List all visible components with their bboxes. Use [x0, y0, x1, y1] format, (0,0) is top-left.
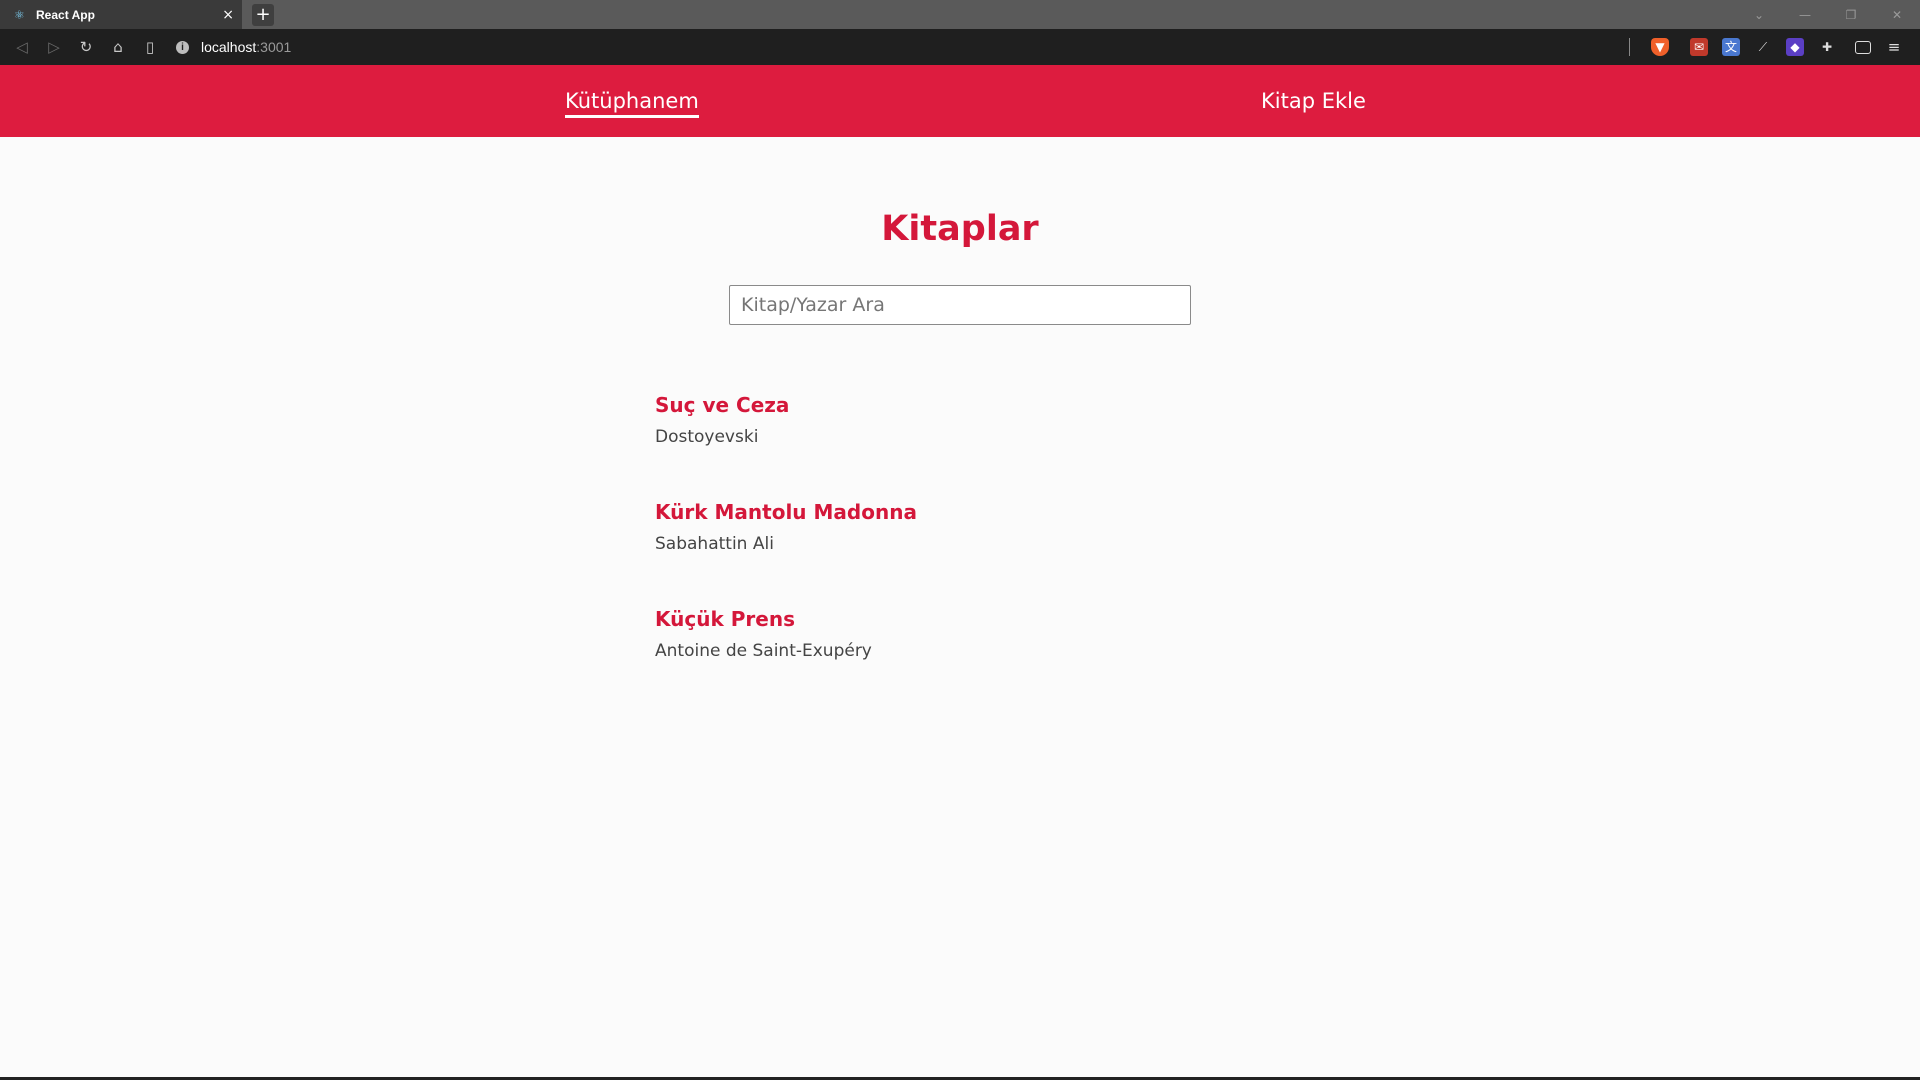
back-icon[interactable]: ◁: [6, 38, 38, 56]
url-host: localhost: [201, 39, 257, 55]
divider: [1629, 38, 1630, 56]
extension-icon[interactable]: ⟋: [1754, 38, 1772, 56]
book-author: Antoine de Saint-Exupéry: [655, 641, 872, 661]
book-title[interactable]: Kürk Mantolu Madonna: [655, 497, 1355, 531]
book-author: Sabahattin Ali: [655, 534, 774, 554]
forward-icon[interactable]: ▷: [38, 38, 70, 56]
close-icon[interactable]: ✕: [1874, 8, 1920, 22]
site-info-icon[interactable]: i: [176, 40, 189, 54]
search-input[interactable]: [729, 285, 1191, 325]
bookmark-icon[interactable]: ▯: [134, 38, 166, 56]
book-list: Suç ve Ceza Dostoyevski Kürk Mantolu Mad…: [655, 390, 1355, 711]
tab-title: React App: [36, 7, 95, 22]
browser-tab[interactable]: ⚛ React App ×: [0, 0, 242, 29]
list-item[interactable]: Küçük Prens Antoine de Saint-Exupéry: [655, 604, 1355, 711]
list-item[interactable]: Suç ve Ceza Dostoyevski: [655, 390, 1355, 497]
book-author: Dostoyevski: [655, 427, 759, 447]
url-field[interactable]: i localhost:3001: [176, 34, 291, 60]
wallet-icon[interactable]: [1855, 40, 1871, 54]
url-port: :3001: [256, 39, 292, 55]
nav-link-library-label: Kütüphanem: [565, 89, 699, 118]
browser-address-bar: ◁ ▷ ↻ ⌂ ▯ i localhost:3001 ▼ ✉ 文 ⟋ ◆ ✚ ≡: [0, 29, 1920, 65]
translate-icon[interactable]: 文: [1722, 38, 1740, 56]
page-title: Kitaplar: [881, 209, 1039, 249]
app-navbar: Kütüphanem Kitap Ekle: [0, 65, 1920, 137]
extension-icon[interactable]: ✉: [1690, 38, 1708, 56]
home-icon[interactable]: ⌂: [102, 38, 134, 56]
puzzle-icon[interactable]: ✚: [1818, 38, 1836, 56]
browser-tab-bar: ⚛ React App × + ⌄ — ❐ ✕: [0, 0, 1920, 29]
menu-icon[interactable]: ≡: [1885, 38, 1903, 56]
restore-icon[interactable]: ❐: [1828, 8, 1874, 22]
minimize-icon[interactable]: —: [1782, 8, 1828, 22]
extension-icon[interactable]: ◆: [1786, 38, 1804, 56]
chevron-down-icon[interactable]: ⌄: [1736, 8, 1782, 22]
window-controls: ⌄ — ❐ ✕: [1736, 0, 1920, 29]
tab-close-icon[interactable]: ×: [222, 7, 234, 23]
extensions-area: ▼ ✉ 文 ⟋ ◆ ✚ ≡: [1629, 29, 1910, 65]
nav-link-add-book[interactable]: Kitap Ekle: [1261, 65, 1366, 137]
book-title[interactable]: Suç ve Ceza: [655, 390, 1355, 424]
brave-shield-icon[interactable]: ▼: [1651, 38, 1669, 56]
nav-link-add-book-label: Kitap Ekle: [1261, 89, 1366, 113]
react-icon: ⚛: [14, 7, 25, 22]
list-item[interactable]: Kürk Mantolu Madonna Sabahattin Ali: [655, 497, 1355, 604]
nav-link-library[interactable]: Kütüphanem: [565, 65, 699, 137]
reload-icon[interactable]: ↻: [70, 38, 102, 56]
book-title[interactable]: Küçük Prens: [655, 604, 1355, 638]
new-tab-button[interactable]: +: [252, 4, 274, 26]
